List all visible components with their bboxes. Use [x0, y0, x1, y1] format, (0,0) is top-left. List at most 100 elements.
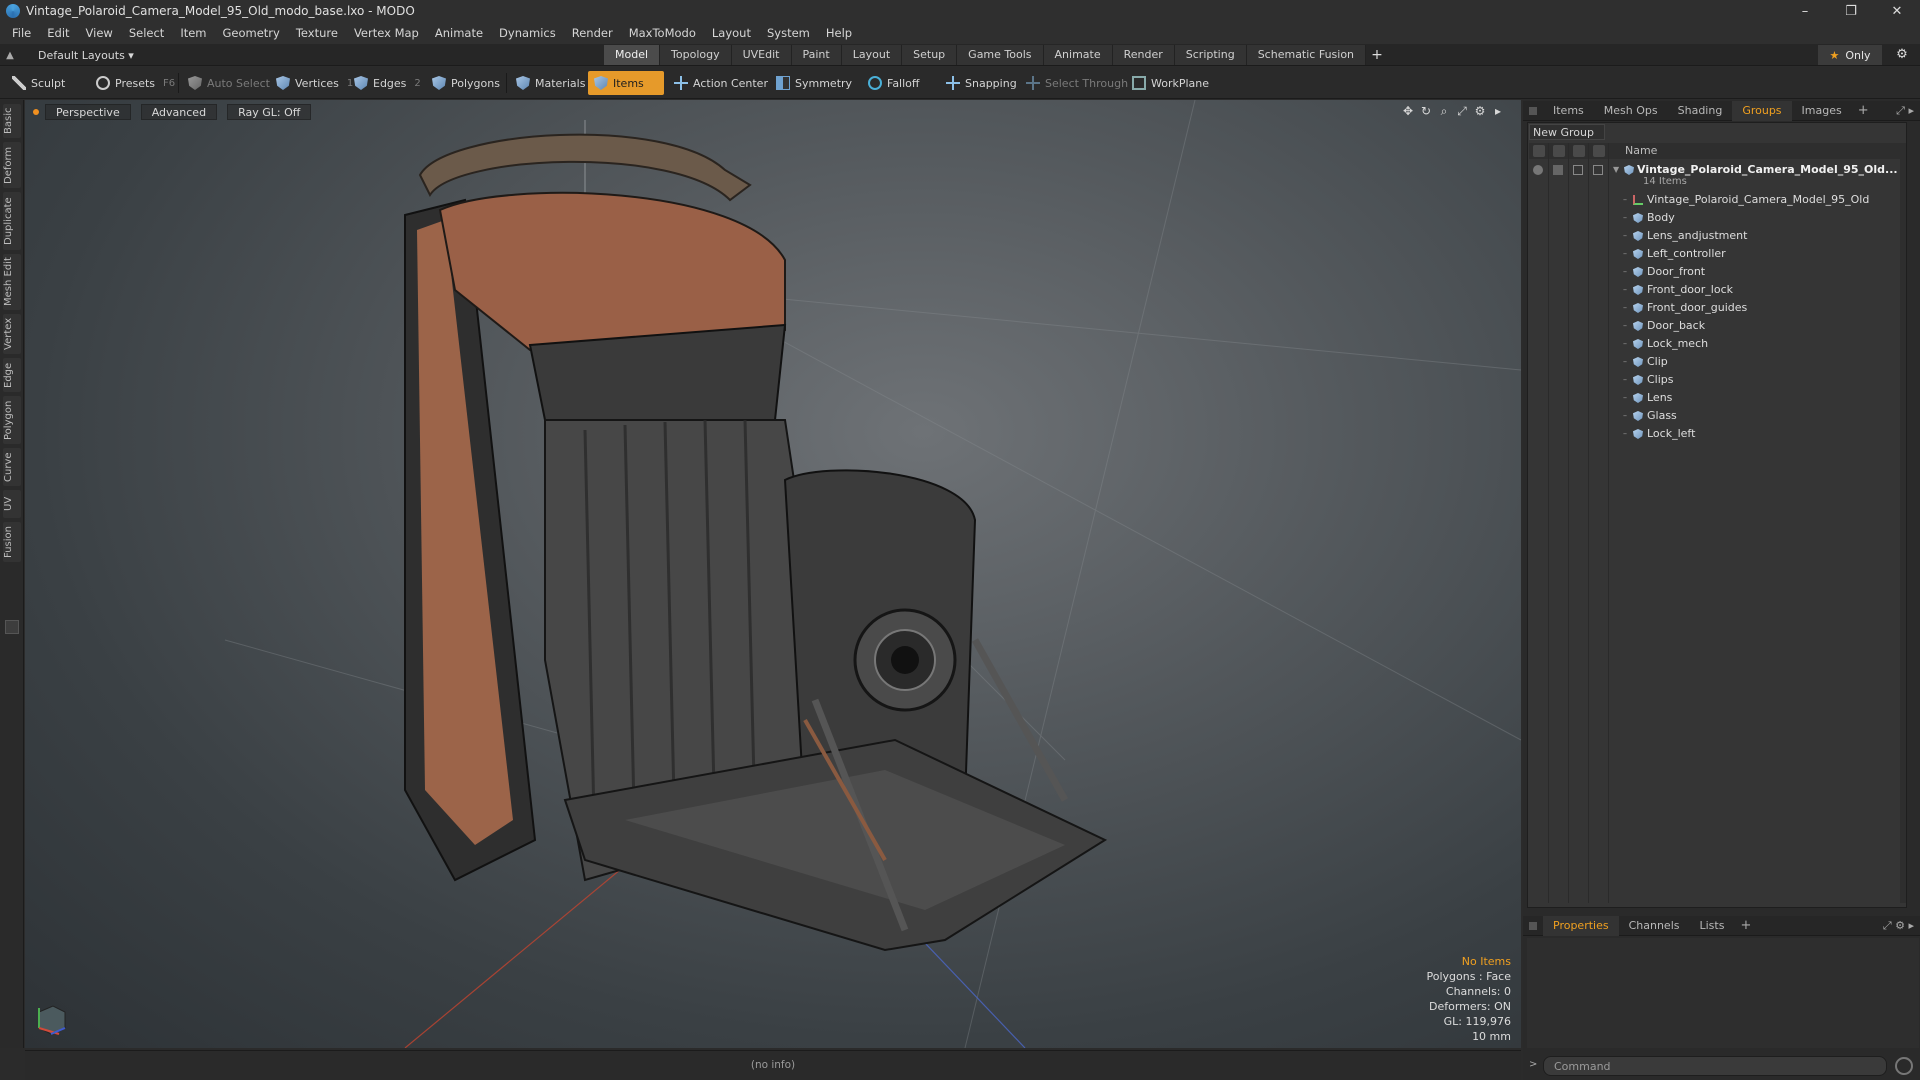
- rotate-icon[interactable]: ↻: [1417, 104, 1435, 119]
- expand-up-icon[interactable]: ▲: [0, 50, 20, 61]
- tree-row[interactable]: – Left_controller: [1529, 245, 1905, 263]
- tree-row[interactable]: – Vintage_Polaroid_Camera_Model_95_Old: [1529, 191, 1905, 209]
- items-button[interactable]: Items: [588, 71, 664, 95]
- group-row-root[interactable]: ▼ Vintage_Polaroid_Camera_Model_95_Old..…: [1529, 161, 1905, 191]
- menu-vertex-map[interactable]: Vertex Map: [346, 26, 427, 40]
- tab-properties[interactable]: Properties: [1543, 915, 1619, 936]
- new-group-button[interactable]: New Group: [1529, 124, 1605, 140]
- tree-row[interactable]: – Front_door_lock: [1529, 281, 1905, 299]
- add-tab-icon[interactable]: +: [1366, 45, 1388, 65]
- lock-icon[interactable]: [1553, 165, 1563, 175]
- tab-items[interactable]: Items: [1543, 101, 1594, 121]
- vtab-uv[interactable]: UV: [3, 490, 21, 518]
- eye-icon[interactable]: [1533, 165, 1543, 175]
- menu-file[interactable]: File: [4, 26, 39, 40]
- tree-row[interactable]: – Front_door_guides: [1529, 299, 1905, 317]
- tab-shading[interactable]: Shading: [1668, 101, 1733, 121]
- action-center-button[interactable]: Action Center: [668, 71, 774, 95]
- collapse-arrow-icon[interactable]: ▼: [1613, 161, 1619, 179]
- viewport-arrow-icon[interactable]: ▸: [1489, 104, 1507, 119]
- vtab-vertex[interactable]: Vertex: [3, 314, 21, 354]
- tab-mesh-ops[interactable]: Mesh Ops: [1594, 101, 1668, 121]
- perspective-button[interactable]: Perspective: [45, 104, 131, 120]
- gear-icon[interactable]: ⚙: [1890, 44, 1914, 66]
- menu-geometry[interactable]: Geometry: [215, 26, 288, 40]
- tree-row[interactable]: – Clips: [1529, 371, 1905, 389]
- tree-row[interactable]: – Door_front: [1529, 263, 1905, 281]
- tree-row[interactable]: – Lock_left: [1529, 425, 1905, 443]
- command-history-icon[interactable]: [1895, 1057, 1913, 1075]
- vtab-fusion[interactable]: Fusion: [3, 522, 21, 562]
- snapping-button[interactable]: Snapping: [940, 71, 1023, 95]
- tree-row[interactable]: – Lens: [1529, 389, 1905, 407]
- pan-icon[interactable]: ✥: [1399, 104, 1417, 119]
- tab-render[interactable]: Render: [1112, 45, 1175, 65]
- panel-options-icon[interactable]: ⤢ ⚙ ▸: [1883, 916, 1914, 936]
- minimize-button[interactable]: –: [1782, 0, 1828, 22]
- tab-animate[interactable]: Animate: [1043, 45, 1113, 65]
- falloff-button[interactable]: Falloff: [862, 71, 925, 95]
- menu-help[interactable]: Help: [818, 26, 860, 40]
- symmetry-button[interactable]: Symmetry: [770, 71, 858, 95]
- panel-toggle-button[interactable]: [5, 620, 19, 634]
- fit-icon[interactable]: ⤢: [1453, 104, 1471, 119]
- groups-scrollbar[interactable]: [1900, 143, 1906, 903]
- menu-texture[interactable]: Texture: [288, 26, 346, 40]
- 3d-viewport[interactable]: Perspective Advanced Ray GL: Off ✥ ↻ ⌕ ⤢…: [25, 100, 1521, 1048]
- edges-button[interactable]: Edges 2: [348, 71, 427, 95]
- select-toggle-icon[interactable]: [1593, 165, 1603, 175]
- tab-layout[interactable]: Layout: [841, 45, 903, 65]
- tab-topology[interactable]: Topology: [660, 45, 732, 65]
- viewport-gear-icon[interactable]: ⚙: [1471, 104, 1489, 119]
- command-input[interactable]: [1543, 1056, 1887, 1076]
- tab-model[interactable]: Model: [604, 45, 661, 65]
- add-panel-tab-icon[interactable]: +: [1734, 918, 1757, 933]
- tab-scripting[interactable]: Scripting: [1174, 45, 1247, 65]
- materials-button[interactable]: Materials: [510, 71, 591, 95]
- sculpt-button[interactable]: Sculpt: [6, 71, 71, 95]
- only-button[interactable]: ★ Only: [1818, 45, 1882, 65]
- tree-row[interactable]: – Lock_mech: [1529, 335, 1905, 353]
- vtab-curve[interactable]: Curve: [3, 448, 21, 486]
- tab-uvedit[interactable]: UVEdit: [731, 45, 792, 65]
- panel-options-icon[interactable]: ⤢ ▸: [1896, 101, 1914, 121]
- render-col-icon[interactable]: [1573, 145, 1585, 157]
- panel-collapse-icon[interactable]: [1529, 106, 1537, 115]
- menu-item[interactable]: Item: [172, 26, 214, 40]
- tab-game-tools[interactable]: Game Tools: [957, 45, 1044, 65]
- visibility-col-icon[interactable]: [1533, 145, 1545, 157]
- vtab-deform[interactable]: Deform: [3, 142, 21, 188]
- tree-row[interactable]: – Door_back: [1529, 317, 1905, 335]
- select-col-icon[interactable]: [1593, 145, 1605, 157]
- workplane-button[interactable]: WorkPlane: [1126, 71, 1215, 95]
- menu-maxtomodo[interactable]: MaxToModo: [621, 26, 704, 40]
- add-panel-tab-icon[interactable]: +: [1852, 103, 1875, 118]
- tree-row[interactable]: – Body: [1529, 209, 1905, 227]
- tab-setup[interactable]: Setup: [902, 45, 958, 65]
- tree-row[interactable]: – Glass: [1529, 407, 1905, 425]
- zoom-icon[interactable]: ⌕: [1435, 104, 1453, 119]
- auto-select-button[interactable]: Auto Select: [182, 71, 276, 95]
- select-through-button[interactable]: Select Through: [1020, 71, 1134, 95]
- presets-button[interactable]: Presets F6: [90, 71, 181, 95]
- tab-lists[interactable]: Lists: [1690, 916, 1735, 936]
- tab-images[interactable]: Images: [1792, 101, 1852, 121]
- vtab-mesh-edit[interactable]: Mesh Edit: [3, 254, 21, 310]
- close-button[interactable]: ✕: [1874, 0, 1920, 22]
- polygons-button[interactable]: Polygons: [426, 71, 506, 95]
- tab-groups[interactable]: Groups: [1732, 100, 1792, 121]
- menu-animate[interactable]: Animate: [427, 26, 491, 40]
- panel-collapse-icon[interactable]: [1529, 921, 1537, 930]
- advanced-button[interactable]: Advanced: [140, 104, 218, 120]
- menu-select[interactable]: Select: [121, 26, 172, 40]
- vtab-edge[interactable]: Edge: [3, 358, 21, 392]
- tab-paint[interactable]: Paint: [791, 45, 842, 65]
- raygl-button[interactable]: Ray GL: Off: [227, 104, 312, 120]
- menu-edit[interactable]: Edit: [39, 26, 77, 40]
- render-toggle-icon[interactable]: [1573, 165, 1583, 175]
- tree-row[interactable]: – Lens_andjustment: [1529, 227, 1905, 245]
- maximize-button[interactable]: ❐: [1828, 0, 1874, 22]
- menu-dynamics[interactable]: Dynamics: [491, 26, 564, 40]
- menu-render[interactable]: Render: [564, 26, 621, 40]
- menu-system[interactable]: System: [759, 26, 818, 40]
